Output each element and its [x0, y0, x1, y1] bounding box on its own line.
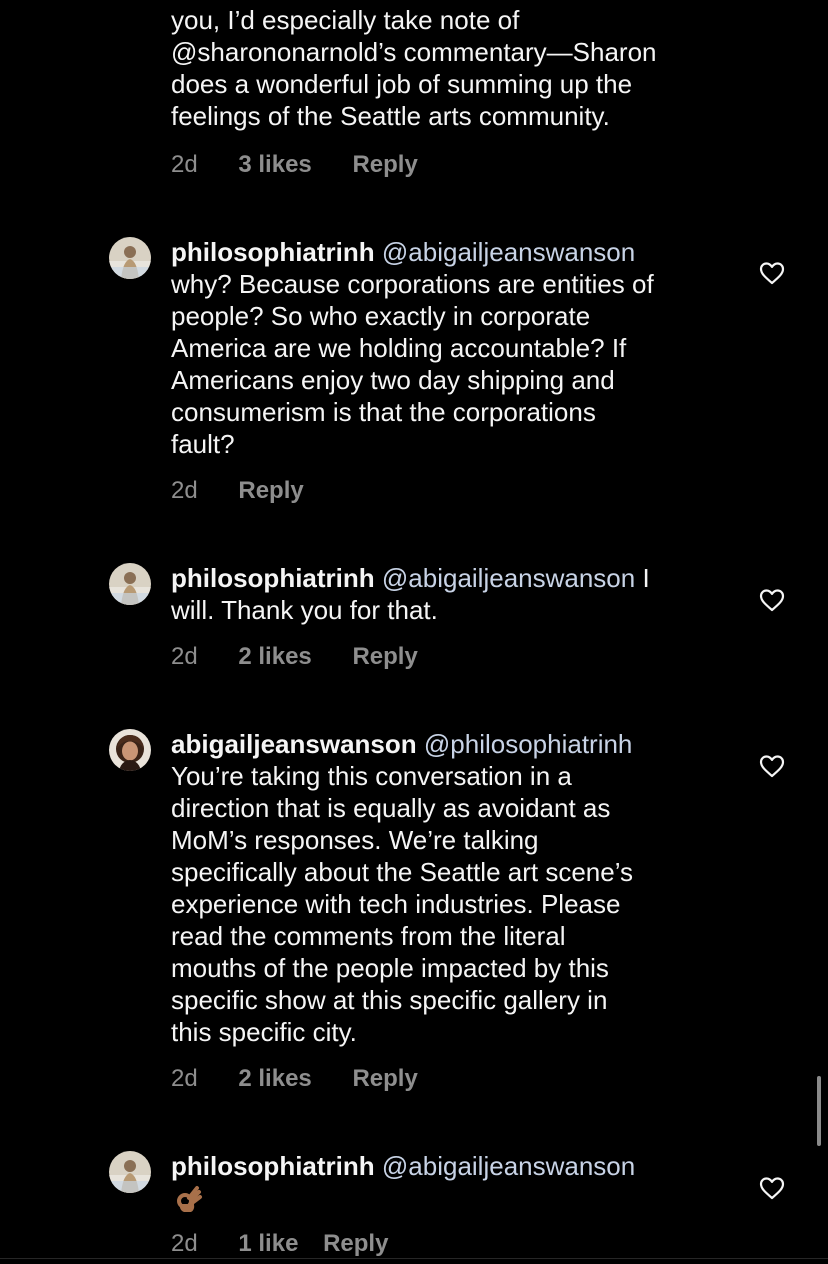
comment-line: @sharononarnold’s commentary—Sharon — [171, 37, 657, 67]
comment-mention[interactable]: @abigailjeanswanson — [382, 563, 635, 593]
avatar[interactable] — [109, 563, 151, 605]
comment-time: 2d — [171, 151, 198, 178]
comment-text-tail: I — [642, 563, 650, 593]
comment-line: specifically about the Seattle art scene… — [171, 857, 634, 887]
comment-text: abigailjeanswanson @philosophiatrinh You… — [171, 728, 719, 1048]
comment-username[interactable]: philosophiatrinh — [171, 1151, 375, 1181]
comment-mention[interactable]: @abigailjeanswanson — [382, 1151, 635, 1181]
comment-text: philosophiatrinh @abigailjeanswanson — [171, 1150, 719, 1214]
divider — [0, 1258, 828, 1259]
comment-likes[interactable]: 2 likes — [238, 1063, 311, 1095]
comment-line: will. Thank you for that. — [171, 595, 438, 625]
avatar[interactable] — [109, 729, 151, 771]
comment-username[interactable]: abigailjeanswanson — [171, 729, 417, 759]
comment-line: feelings of the Seattle arts community. — [171, 101, 610, 131]
reply-button[interactable]: Reply — [352, 1063, 417, 1095]
comment-line: fault? — [171, 429, 235, 459]
heart-icon[interactable] — [759, 754, 785, 778]
comment-likes[interactable]: 1 like — [238, 1228, 298, 1260]
comment-line: consumerism is that the corporations — [171, 397, 596, 427]
scrollbar-thumb[interactable] — [817, 1076, 821, 1146]
comment-first-line: philosophiatrinh @abigailjeanswanson I — [171, 562, 719, 594]
comment-line: Americans enjoy two day shipping and — [171, 365, 615, 395]
avatar-philosophiatrinh-icon — [109, 1151, 151, 1193]
comment-line: why? Because corporations are entities o… — [171, 269, 654, 299]
comment-text: philosophiatrinh @abigailjeanswanson I w… — [171, 562, 719, 626]
comment-thread: you, I’d especially take note of @sharon… — [0, 0, 828, 1264]
comment-username[interactable]: philosophiatrinh — [171, 563, 375, 593]
comment-line: you, I’d especially take note of — [171, 5, 520, 35]
comment-time: 2d — [171, 477, 198, 504]
avatar-philosophiatrinh-icon — [109, 563, 151, 605]
comment-line: specific show at this specific gallery i… — [171, 985, 608, 1015]
comment-time: 2d — [171, 1230, 198, 1257]
comment-first-line: abigailjeanswanson @philosophiatrinh — [171, 728, 719, 760]
comment-line: this specific city. — [171, 1017, 357, 1047]
comment-emoji-line — [171, 1182, 719, 1214]
comment-text: philosophiatrinh @abigailjeanswanson why… — [171, 236, 719, 460]
reply-button[interactable]: Reply — [238, 475, 303, 507]
comment-likes[interactable]: 2 likes — [238, 641, 311, 673]
comment-mention[interactable]: @abigailjeanswanson — [382, 237, 635, 267]
heart-icon[interactable] — [759, 588, 785, 612]
avatar-philosophiatrinh-icon — [109, 237, 151, 279]
comment-line: You’re taking this conversation in a — [171, 761, 572, 791]
heart-icon[interactable] — [759, 1176, 785, 1200]
comment-line: mouths of the people impacted by this — [171, 953, 609, 983]
ok-hand-emoji-icon — [171, 1182, 203, 1214]
avatar[interactable] — [109, 237, 151, 279]
comment-likes[interactable]: 3 likes — [238, 149, 311, 181]
comment-meta: 2d 3 likes Reply — [171, 149, 418, 181]
comment-line: direction that is equally as avoidant as — [171, 793, 611, 823]
comment-first-line: philosophiatrinh @abigailjeanswanson — [171, 236, 719, 268]
avatar-abigailjeanswanson-icon — [109, 729, 151, 771]
comment-line: MoM’s responses. We’re talking — [171, 825, 539, 855]
comment-meta: 2d 2 likes Reply — [171, 641, 418, 673]
reply-button[interactable]: Reply — [352, 641, 417, 673]
comment-meta: 2d 2 likes Reply — [171, 1063, 418, 1095]
comment-time: 2d — [171, 1065, 198, 1092]
comment-line: America are we holding accountable? If — [171, 333, 627, 363]
reply-button[interactable]: Reply — [323, 1228, 388, 1260]
comment-line: read the comments from the literal — [171, 921, 566, 951]
comment-meta: 2d Reply — [171, 475, 304, 507]
comment-username[interactable]: philosophiatrinh — [171, 237, 375, 267]
comment-line: experience with tech industries. Please — [171, 889, 621, 919]
comment-line: does a wonderful job of summing up the — [171, 69, 633, 99]
reply-button[interactable]: Reply — [352, 149, 417, 181]
heart-icon[interactable] — [759, 261, 785, 285]
comment-mention[interactable]: @philosophiatrinh — [424, 729, 633, 759]
comment-text: you, I’d especially take note of @sharon… — [171, 4, 719, 132]
avatar[interactable] — [109, 1151, 151, 1193]
comment-line: people? So who exactly in corporate — [171, 301, 591, 331]
comment-meta: 2d 1 like Reply — [171, 1228, 388, 1260]
comment-time: 2d — [171, 643, 198, 670]
comment-first-line: philosophiatrinh @abigailjeanswanson — [171, 1150, 719, 1182]
